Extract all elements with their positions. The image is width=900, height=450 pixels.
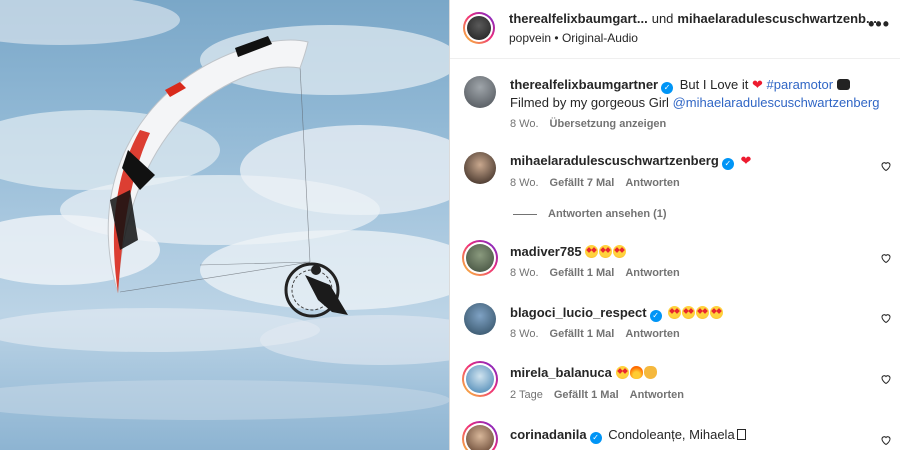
reply-button[interactable]: Antworten	[625, 177, 679, 189]
star-struck-emoji	[696, 306, 710, 319]
commenter-avatar[interactable]	[464, 303, 496, 335]
audio-account[interactable]: popvein	[509, 31, 551, 45]
like-heart-icon[interactable]	[880, 434, 892, 446]
clapping-hands-emoji	[643, 366, 657, 379]
comment-username[interactable]: mirela_balanuca	[510, 365, 612, 380]
fire-emoji	[629, 366, 643, 379]
star-struck-emoji	[615, 366, 629, 379]
paramotor-photo	[0, 0, 449, 420]
red-heart-emoji: ❤	[740, 153, 752, 168]
author-avatar-ring[interactable]	[463, 12, 495, 44]
caption-text-1: But I Love it	[679, 77, 749, 92]
commenter-avatar-ring[interactable]	[462, 421, 498, 450]
author-avatar	[467, 16, 491, 40]
subtitle-separator: •	[554, 31, 559, 45]
reply-button[interactable]: Antworten	[625, 267, 679, 279]
comment-likes[interactable]: Gefällt 1 Mal	[550, 267, 615, 279]
comment-text: Condoleanțe, Mihaela	[608, 427, 735, 442]
reply-button[interactable]: Antworten	[630, 389, 684, 401]
commenter-avatar[interactable]	[464, 152, 496, 184]
comment-meta: 8 Wo. Gefällt 1 Mal Antworten	[510, 328, 691, 340]
verified-icon: ✓	[649, 310, 662, 322]
comment-meta: 8 Wo. Gefällt 1 Mal Antworten	[510, 267, 691, 279]
replies-rule	[513, 213, 537, 215]
comment-age: 8 Wo.	[510, 177, 539, 189]
comment-likes[interactable]: Gefällt 7 Mal	[550, 177, 615, 189]
verified-icon: ✓	[661, 82, 674, 94]
commenter-avatar	[466, 425, 494, 450]
comment-meta: 2 Tage Gefällt 1 Mal Antworten	[510, 389, 695, 401]
reply-button[interactable]: Antworten	[625, 328, 679, 340]
caption-age: 8 Wo.	[510, 118, 539, 130]
view-replies[interactable]: Antworten ansehen (1)	[513, 208, 678, 220]
comment-likes[interactable]: Gefällt 1 Mal	[550, 328, 615, 340]
like-heart-icon[interactable]	[880, 160, 892, 172]
view-replies-label[interactable]: Antworten ansehen (1)	[548, 208, 667, 220]
post-authors: therealfelixbaumgart... und mihaelaradules…	[509, 11, 877, 26]
original-audio-link[interactable]: Original-Audio	[562, 31, 638, 45]
comment-age: 8 Wo.	[510, 267, 539, 279]
post-header: therealfelixbaumgart... und mihaelaradules…	[450, 0, 900, 59]
author-username-1[interactable]: therealfelixbaumgart...	[509, 11, 648, 26]
commenter-avatar	[466, 244, 494, 272]
verified-icon: ✓	[721, 158, 734, 170]
star-struck-emoji	[585, 245, 599, 258]
author-username-2[interactable]: mihaelaradulescuschwartzenb...	[677, 11, 876, 26]
like-heart-icon[interactable]	[880, 312, 892, 324]
caption-text-2: Filmed by my gorgeous Girl	[510, 95, 669, 110]
post-media[interactable]	[0, 0, 449, 450]
star-struck-emoji	[599, 245, 613, 258]
comment-age: 2 Tage	[510, 389, 543, 401]
post-subtitle: popvein • Original-Audio	[509, 31, 638, 45]
verified-icon: ✓	[589, 432, 602, 444]
comment-username[interactable]: corinadanila	[510, 427, 587, 442]
comment-meta: 8 Wo. Gefällt 7 Mal Antworten	[510, 177, 691, 189]
commenter-avatar-ring[interactable]	[462, 361, 498, 397]
caption-username[interactable]: therealfelixbaumgartner	[510, 77, 658, 92]
hashtag-link[interactable]: #paramotor	[767, 77, 833, 92]
commenter-avatar-ring[interactable]	[462, 240, 498, 276]
star-struck-emoji	[613, 245, 627, 258]
authors-conjunction: und	[651, 11, 674, 26]
like-heart-icon[interactable]	[880, 252, 892, 264]
commenter-avatar	[466, 365, 494, 393]
comment-likes[interactable]: Gefällt 1 Mal	[554, 389, 619, 401]
star-struck-emoji	[668, 306, 682, 319]
comment-age: 8 Wo.	[510, 328, 539, 340]
translate-link[interactable]: Übersetzung anzeigen	[550, 118, 667, 130]
comment-username[interactable]: blagoci_lucio_respect	[510, 305, 647, 320]
star-struck-emoji	[710, 306, 724, 319]
comment-username[interactable]: mihaelaradulescuschwartzenberg	[510, 153, 719, 168]
like-heart-icon[interactable]	[880, 373, 892, 385]
motorcycle-emoji	[836, 79, 850, 90]
caption-author-avatar[interactable]	[464, 76, 496, 108]
star-struck-emoji	[682, 306, 696, 319]
more-options-icon[interactable]: •••	[868, 14, 890, 35]
mention-link[interactable]: @mihaelaradulescuschwartzenberg	[673, 95, 880, 110]
red-heart-emoji: ❤	[752, 77, 763, 92]
comment-username[interactable]: madiver785	[510, 244, 582, 259]
comments-panel: therealfelixbaumgart... und mihaelaradules…	[450, 0, 900, 450]
caption-meta: 8 Wo. Übersetzung anzeigen	[510, 118, 677, 130]
unsupported-glyph-icon	[736, 429, 746, 440]
